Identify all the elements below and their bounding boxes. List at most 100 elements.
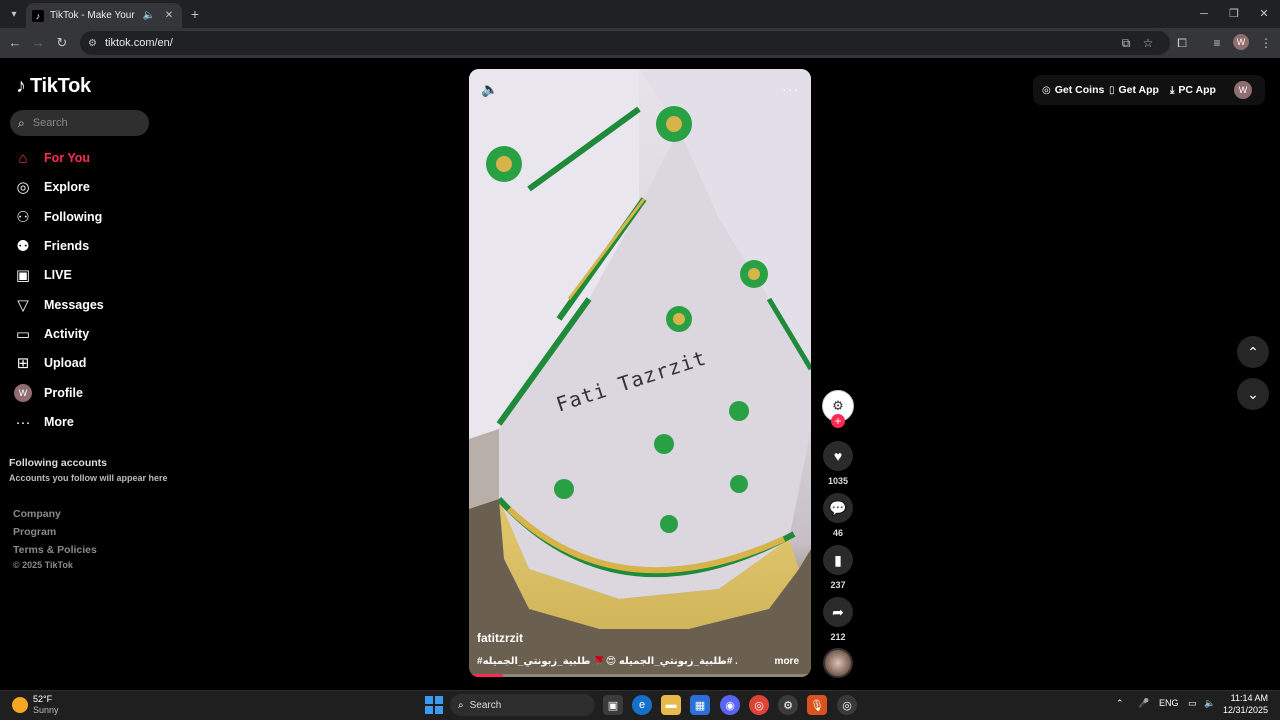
browser-profile-avatar[interactable]: W bbox=[1233, 34, 1249, 50]
comment-icon: 💬 bbox=[829, 499, 847, 516]
extensions-icon[interactable]: ⧠ bbox=[1172, 33, 1192, 53]
comment-button[interactable]: 💬 bbox=[823, 493, 853, 523]
discord-icon[interactable]: ◉ bbox=[720, 695, 740, 715]
maximize-button[interactable]: ❐ bbox=[1224, 4, 1244, 24]
pc-app-label: PC App bbox=[1178, 84, 1216, 96]
app-settings-icon[interactable]: ⚙ bbox=[778, 695, 798, 715]
url-text: tiktok.com/en/ bbox=[104, 37, 173, 49]
sidebar-item-following[interactable]: ⚇ Following bbox=[14, 206, 102, 228]
sewing-machine-icon: ⚙ bbox=[832, 398, 844, 413]
compass-icon: ◎ bbox=[16, 179, 30, 196]
new-tab-button[interactable]: + bbox=[186, 5, 204, 23]
like-button[interactable]: ♥ bbox=[823, 441, 853, 471]
sidebar-item-for-you[interactable]: ⌂ For You bbox=[14, 147, 90, 169]
sidebar-item-live[interactable]: ▣ LIVE bbox=[14, 264, 72, 286]
start-button[interactable] bbox=[425, 696, 443, 714]
avatar: W bbox=[14, 384, 32, 402]
sidebar-item-explore[interactable]: ◎ Explore bbox=[14, 176, 89, 198]
next-video-button[interactable]: ⌄ bbox=[1237, 378, 1269, 410]
caption-more-button[interactable]: more bbox=[775, 656, 799, 667]
user-avatar[interactable]: W bbox=[1234, 81, 1252, 99]
pc-app-button[interactable]: ⤓ PC App bbox=[1170, 84, 1216, 96]
sidebar-item-activity[interactable]: ▭ Activity bbox=[14, 323, 89, 345]
get-coins-button[interactable]: ◎ Get Coins bbox=[1042, 84, 1104, 96]
sidebar-item-messages[interactable]: ▽ Messages bbox=[14, 294, 104, 316]
volume-tray-icon[interactable]: 🔈 bbox=[1204, 698, 1215, 709]
copyright-text: © 2025 TikTok bbox=[13, 560, 73, 570]
sidebar-item-label: Upload bbox=[44, 356, 87, 370]
heart-icon: ♥ bbox=[833, 448, 843, 464]
sidebar-item-profile[interactable]: W Profile bbox=[14, 382, 83, 404]
reload-button[interactable]: ↻ bbox=[52, 33, 72, 53]
share-button[interactable]: ➦ bbox=[823, 597, 853, 627]
taskbar-search[interactable]: ⌕ Search bbox=[450, 694, 595, 716]
address-bar[interactable]: ⚙ tiktok.com/en/ bbox=[80, 31, 1170, 55]
tab-search-chevron-icon[interactable]: ▾ bbox=[4, 4, 24, 24]
sidebar-item-label: Friends bbox=[44, 239, 90, 253]
edge-browser-icon[interactable]: e bbox=[632, 695, 652, 715]
chevron-down-icon: ⌄ bbox=[1247, 385, 1259, 402]
volume-icon[interactable]: 🔈 bbox=[481, 81, 498, 98]
browser-menu-icon[interactable]: ⋮ bbox=[1256, 33, 1276, 53]
sidebar-item-label: Profile bbox=[44, 386, 83, 400]
sun-icon[interactable] bbox=[12, 697, 28, 713]
chrome-icon[interactable]: ◎ bbox=[749, 695, 769, 715]
forward-button[interactable]: → bbox=[28, 33, 48, 53]
minimize-button[interactable]: ─ bbox=[1194, 4, 1214, 24]
person-icon: ⚇ bbox=[16, 209, 30, 226]
task-view-icon[interactable]: ▣ bbox=[603, 695, 623, 715]
close-window-button[interactable]: ✕ bbox=[1254, 4, 1274, 24]
language-indicator[interactable]: ENG bbox=[1159, 698, 1179, 708]
coin-icon: ◎ bbox=[1042, 84, 1051, 96]
video-options-icon[interactable]: ··· bbox=[782, 81, 799, 97]
back-button[interactable]: ← bbox=[5, 33, 25, 53]
media-controls-icon[interactable]: ≡ bbox=[1207, 33, 1227, 53]
sidebar-item-more[interactable]: ··· More bbox=[14, 411, 74, 433]
sidebar-item-friends[interactable]: ⚉ Friends bbox=[14, 235, 89, 257]
video-caption: #طلبية_زبونتي_الجميله 😍🌹 طلبية_زبونتي_ال… bbox=[477, 656, 737, 667]
save-button[interactable]: ▮ bbox=[823, 545, 853, 575]
clock-date[interactable]: 12/31/2025 bbox=[1222, 705, 1268, 715]
sidebar-item-label: For You bbox=[44, 151, 91, 165]
get-app-label: Get App bbox=[1118, 84, 1159, 96]
tray-chevron-up-icon[interactable]: ⌃ bbox=[1116, 698, 1124, 709]
get-app-button[interactable]: ▯ Get App bbox=[1109, 84, 1159, 96]
footer-link-company[interactable]: Company bbox=[13, 508, 61, 520]
logo-text: TikTok bbox=[30, 75, 91, 97]
video-progress-fill bbox=[469, 674, 504, 677]
store-icon[interactable]: ▦ bbox=[690, 695, 710, 715]
video-player[interactable]: 🔈 ··· Fati Tazrzit fatitzrzit #طلبية_زبو… bbox=[469, 69, 811, 677]
comment-count: 46 bbox=[832, 528, 843, 538]
browser-tab[interactable]: ♪ TikTok - Make Your Day 🔈 ✕ bbox=[26, 3, 182, 28]
sidebar-item-label: More bbox=[44, 415, 74, 429]
sidebar-item-label: LIVE bbox=[44, 268, 72, 282]
sidebar-item-upload[interactable]: ⊞ Upload bbox=[14, 352, 87, 374]
sidebar-item-label: Following bbox=[44, 210, 103, 224]
taskbar-search-label: Search bbox=[469, 699, 502, 711]
speaker-icon[interactable]: 🔈 bbox=[142, 10, 156, 21]
microphone-app-icon[interactable]: 🎙 bbox=[807, 695, 827, 715]
site-info-icon[interactable]: ⚙ bbox=[88, 38, 97, 49]
weather-temperature: 52°F bbox=[33, 694, 53, 704]
download-icon: ⤓ bbox=[1170, 84, 1175, 96]
video-progress-bar[interactable] bbox=[469, 674, 811, 677]
chrome-active-icon[interactable]: ◎ bbox=[837, 695, 857, 715]
install-app-icon[interactable]: ⧉ bbox=[1116, 33, 1136, 53]
close-tab-icon[interactable]: ✕ bbox=[162, 10, 176, 21]
file-explorer-icon[interactable]: ▬ bbox=[661, 695, 681, 715]
chevron-up-icon: ⌃ bbox=[1247, 343, 1259, 360]
network-icon[interactable]: ▭ bbox=[1188, 698, 1197, 709]
microphone-icon[interactable]: 🎤 bbox=[1138, 698, 1149, 709]
bookmark-star-icon[interactable]: ☆ bbox=[1138, 33, 1158, 53]
clock-time[interactable]: 11:14 AM bbox=[1230, 693, 1268, 703]
follow-plus-button[interactable]: + bbox=[831, 414, 845, 428]
tiktok-favicon-icon: ♪ bbox=[32, 9, 44, 22]
search-input[interactable]: ⌕ Search bbox=[10, 110, 149, 136]
music-disc-avatar[interactable] bbox=[823, 648, 853, 678]
tiktok-logo[interactable]: ♪ TikTok bbox=[16, 75, 91, 98]
video-author[interactable]: fatitzrzit bbox=[477, 631, 523, 645]
sidebar-item-label: Messages bbox=[44, 298, 104, 312]
previous-video-button[interactable]: ⌃ bbox=[1237, 336, 1269, 368]
footer-link-terms[interactable]: Terms & Policies bbox=[13, 544, 97, 556]
footer-link-program[interactable]: Program bbox=[13, 526, 56, 538]
